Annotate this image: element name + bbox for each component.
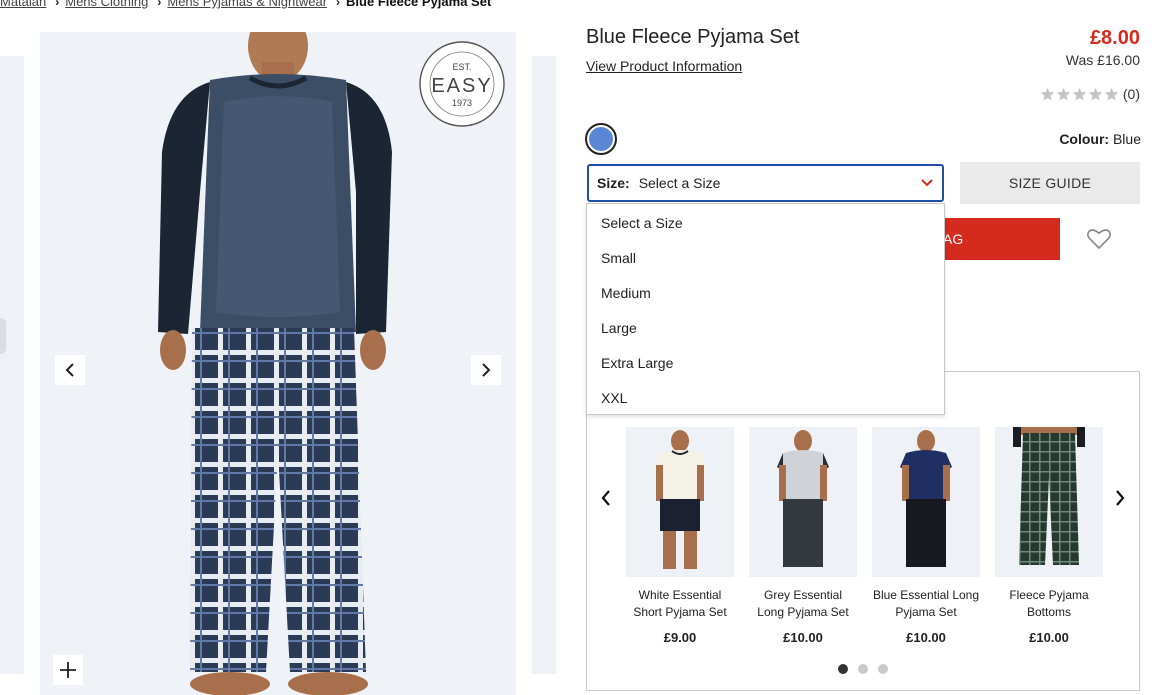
size-option[interactable]: Small <box>587 240 944 275</box>
carousel-next-button[interactable] <box>1109 486 1131 510</box>
gallery-prev-button[interactable] <box>55 355 85 385</box>
next-image-peek[interactable] <box>532 56 556 674</box>
size-option[interactable]: Large <box>587 310 944 345</box>
colour-label-value: Blue <box>1112 131 1141 147</box>
add-to-bag-button[interactable]: AG <box>940 218 1060 260</box>
chevron-left-icon <box>65 363 74 377</box>
size-select-label: Size: <box>597 175 630 191</box>
colour-label: Colour: Blue <box>1059 131 1141 147</box>
size-option[interactable]: Extra Large <box>587 345 944 380</box>
carousel-pagination <box>838 664 888 674</box>
svg-text:EST.: EST. <box>452 62 471 72</box>
rating-count: (0) <box>1122 86 1140 102</box>
chevron-right-icon <box>482 363 491 377</box>
product-card[interactable]: Blue Essential Long Pyjama Set £10.00 <box>872 427 980 645</box>
product-card-price: £10.00 <box>1029 630 1069 645</box>
size-option[interactable]: Select a Size <box>587 205 944 240</box>
product-card-price: £9.00 <box>663 630 697 645</box>
product-thumbnail <box>995 427 1103 577</box>
thumbnail-edge <box>0 318 6 354</box>
was-price: Was £16.00 <box>1065 52 1140 68</box>
gallery-next-button[interactable] <box>471 355 501 385</box>
product-card[interactable]: Grey Essential Long Pyjama Set £10.00 <box>749 427 857 645</box>
carousel-dot[interactable] <box>858 664 868 674</box>
product-card-name: Blue Essential Long Pyjama Set <box>872 588 980 619</box>
size-dropdown-list: Select a Size Small Medium Large Extra L… <box>586 203 945 415</box>
product-thumbnail <box>626 427 734 577</box>
current-price: £8.00 <box>1089 27 1140 49</box>
chevron-down-icon <box>921 179 933 187</box>
star-icon <box>1104 87 1119 101</box>
plus-icon <box>60 662 76 678</box>
easy-brand-logo: EST. EASY 1973 <box>418 40 506 133</box>
product-card-name: White Essential Short Pyjama Set <box>633 588 727 619</box>
product-main-image[interactable]: EST. EASY 1973 <box>40 32 516 695</box>
chevron-left-icon <box>601 490 610 506</box>
svg-text:1973: 1973 <box>452 98 472 108</box>
carousel-dot[interactable] <box>878 664 888 674</box>
carousel-prev-button[interactable] <box>595 486 617 510</box>
wishlist-button[interactable] <box>1086 227 1112 251</box>
previous-image-peek[interactable] <box>0 56 24 674</box>
size-select[interactable]: Size: Select a Size <box>587 164 944 202</box>
star-icon <box>1072 87 1087 101</box>
product-rating[interactable]: (0) <box>1040 86 1140 102</box>
star-icon <box>1040 87 1055 101</box>
size-select-value: Select a Size <box>638 175 721 191</box>
zoom-button[interactable] <box>53 655 83 685</box>
product-card[interactable]: Fleece Pyjama Bottoms £10.00 <box>995 427 1103 645</box>
swatch-color <box>589 127 613 151</box>
product-thumbnail <box>872 427 980 577</box>
breadcrumb-link-home[interactable]: Matalan <box>0 0 46 9</box>
breadcrumb: Matalan › Mens Clothing › Mens Pyjamas &… <box>0 0 491 9</box>
breadcrumb-link-mens-clothing[interactable]: Mens Clothing <box>65 0 148 9</box>
size-option[interactable]: XXL <box>587 380 944 415</box>
product-card[interactable]: White Essential Short Pyjama Set £9.00 <box>626 427 734 645</box>
star-icon <box>1088 87 1103 101</box>
chevron-right-icon <box>1116 490 1125 506</box>
colour-label-key: Colour: <box>1059 131 1110 147</box>
product-card-name: Fleece Pyjama Bottoms <box>1009 588 1089 619</box>
chevron-right-icon: › <box>157 0 162 9</box>
star-icon <box>1056 87 1071 101</box>
view-product-information-link[interactable]: View Product Information <box>586 58 742 74</box>
product-card-price: £10.00 <box>906 630 946 645</box>
product-card-name: Grey Essential Long Pyjama Set <box>757 588 849 619</box>
breadcrumb-current: Blue Fleece Pyjama Set <box>346 0 492 9</box>
colour-swatch-blue[interactable] <box>585 123 617 155</box>
carousel-dot[interactable] <box>838 664 848 674</box>
product-card-price: £10.00 <box>783 630 823 645</box>
size-option[interactable]: Medium <box>587 275 944 310</box>
chevron-right-icon: › <box>336 0 341 9</box>
breadcrumb-link-pyjamas[interactable]: Mens Pyjamas & Nightwear <box>167 0 327 9</box>
size-guide-button[interactable]: SIZE GUIDE <box>960 162 1140 204</box>
heart-icon <box>1087 229 1111 250</box>
product-title: Blue Fleece Pyjama Set <box>586 26 800 48</box>
chevron-right-icon: › <box>55 0 60 9</box>
product-thumbnail <box>749 427 857 577</box>
svg-text:EASY: EASY <box>431 75 492 97</box>
